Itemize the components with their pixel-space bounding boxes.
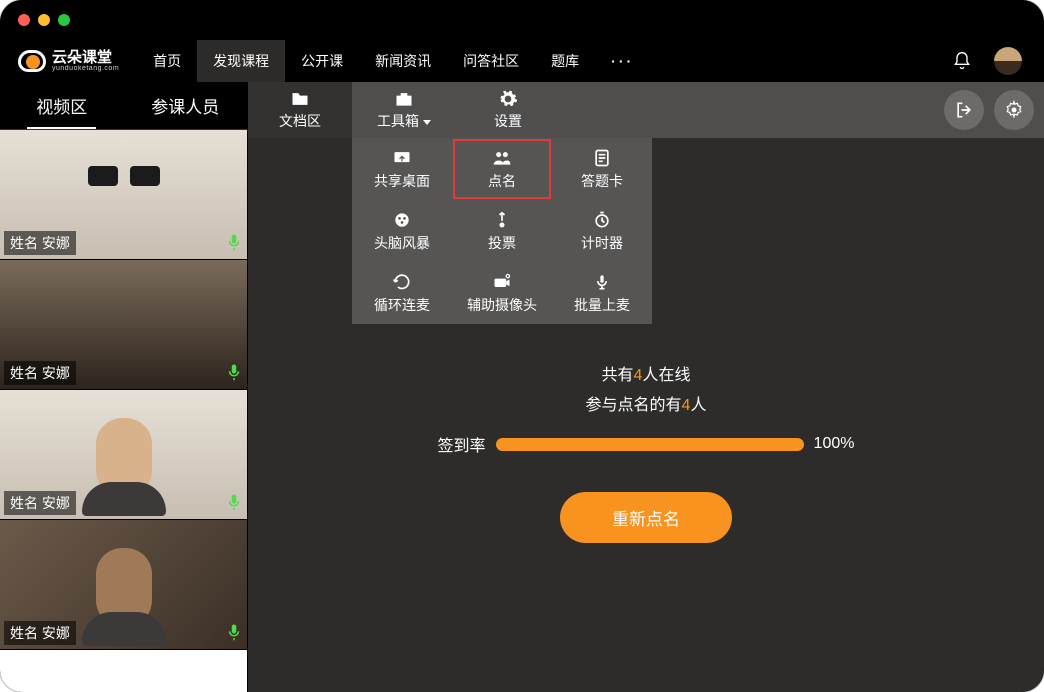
docs-button[interactable]: 文档区 (248, 82, 352, 138)
aux-camera-icon (491, 272, 513, 292)
nav-items: 首页 发现课程 公开课 新闻资讯 问答社区 题库 ··· (137, 40, 650, 82)
tab-participants[interactable]: 参课人员 (124, 82, 248, 129)
loop-mic-icon (391, 272, 413, 292)
dd-loop-mic[interactable]: 循环连麦 (352, 262, 452, 324)
video-sidebar: 视频区 参课人员 姓名 安娜 姓名 安娜 姓名 安娜 (0, 82, 248, 692)
online-count-line: 共有4人在线 (602, 361, 691, 385)
toolbox-button[interactable]: 工具箱 (352, 82, 456, 138)
close-icon[interactable] (18, 14, 30, 26)
attendance-count-line: 参与点名的有4人 (586, 391, 707, 415)
settings-label: 设置 (494, 111, 522, 131)
nav-open-courses[interactable]: 公开课 (285, 40, 359, 82)
toolbox-label: 工具箱 (377, 111, 431, 131)
participant-name: 姓名 安娜 (4, 621, 76, 645)
settings-button[interactable]: 设置 (456, 82, 560, 138)
share-screen-icon (391, 148, 413, 168)
docs-label: 文档区 (279, 111, 321, 131)
toolbox-icon (393, 89, 415, 109)
top-nav-right (952, 47, 1034, 75)
mic-on-icon[interactable] (225, 363, 243, 385)
minimize-icon[interactable] (38, 14, 50, 26)
dd-roll-call[interactable]: 点名 (452, 138, 552, 200)
timer-icon (591, 210, 613, 230)
logo-subtitle: yunduoketang.com (52, 65, 119, 72)
rate-label: 签到率 (438, 432, 486, 456)
nav-question-bank[interactable]: 题库 (535, 40, 595, 82)
participant-name: 姓名 安娜 (4, 491, 76, 515)
redo-rollcall-button[interactable]: 重新点名 (560, 492, 732, 543)
cloud-logo-icon (18, 50, 46, 72)
video-tile[interactable]: 姓名 安娜 (0, 130, 247, 260)
avatar[interactable] (994, 47, 1022, 75)
person-face (96, 418, 152, 498)
nav-news[interactable]: 新闻资讯 (359, 40, 447, 82)
exit-button[interactable] (944, 90, 984, 130)
logo[interactable]: 云朵课堂 yunduoketang.com (18, 50, 119, 72)
vote-icon (491, 210, 513, 230)
dd-vote[interactable]: 投票 (452, 200, 552, 262)
video-tile[interactable]: 姓名 安娜 (0, 260, 247, 390)
dd-share-screen[interactable]: 共享桌面 (352, 138, 452, 200)
left-tabs: 视频区 参课人员 (0, 82, 247, 130)
progress-row: 签到率 100% (438, 432, 855, 456)
rollcall-panel: 共有4人在线 参与点名的有4人 签到率 100% 重新点名 (248, 358, 1044, 543)
settings-round-button[interactable] (994, 90, 1034, 130)
participant-name: 姓名 安娜 (4, 361, 76, 385)
mic-on-icon[interactable] (225, 233, 243, 255)
roll-call-icon (491, 148, 513, 168)
mic-on-icon[interactable] (225, 623, 243, 645)
dd-answer-card[interactable]: 答题卡 (552, 138, 652, 200)
top-nav: 云朵课堂 yunduoketang.com 首页 发现课程 公开课 新闻资讯 问… (0, 40, 1044, 82)
dd-batch-mic[interactable]: 批量上麦 (552, 262, 652, 324)
progress-bar (496, 438, 804, 451)
dd-brainstorm[interactable]: 头脑风暴 (352, 200, 452, 262)
tab-video[interactable]: 视频区 (0, 82, 124, 129)
person-glasses (88, 166, 160, 186)
bell-icon[interactable] (952, 51, 972, 71)
empty-video-slot (0, 650, 247, 692)
video-tile[interactable]: 姓名 安娜 (0, 520, 247, 650)
traffic-lights (18, 14, 70, 26)
dd-aux-camera[interactable]: 辅助摄像头 (452, 262, 552, 324)
brainstorm-icon (391, 210, 413, 230)
nav-home[interactable]: 首页 (137, 40, 197, 82)
nav-more[interactable]: ··· (595, 40, 650, 82)
nav-discover-courses[interactable]: 发现课程 (197, 40, 285, 82)
toolbox-dropdown: 共享桌面 点名 答题卡 头脑风暴 投票 计时器 循环连麦 辅助摄像头 (352, 138, 652, 324)
dd-timer[interactable]: 计时器 (552, 200, 652, 262)
gear-icon (497, 89, 519, 109)
batch-mic-icon (591, 272, 613, 292)
video-feed: 姓名 安娜 姓名 安娜 姓名 安娜 姓名 安娜 (0, 130, 247, 692)
title-bar (0, 0, 1044, 40)
maximize-icon[interactable] (58, 14, 70, 26)
mic-on-icon[interactable] (225, 493, 243, 515)
nav-qa-community[interactable]: 问答社区 (447, 40, 535, 82)
chevron-down-icon (423, 120, 431, 125)
logo-title: 云朵课堂 (52, 50, 119, 65)
person-face (96, 548, 152, 628)
logo-text: 云朵课堂 yunduoketang.com (52, 50, 119, 72)
toolbar: 文档区 工具箱 设置 (248, 82, 1044, 138)
participant-name: 姓名 安娜 (4, 231, 76, 255)
folder-icon (289, 89, 311, 109)
answer-card-icon (591, 148, 613, 168)
video-tile[interactable]: 姓名 安娜 (0, 390, 247, 520)
exit-icon (954, 100, 974, 120)
gear-icon (1004, 100, 1024, 120)
progress-percent: 100% (814, 435, 855, 453)
app-window: 云朵课堂 yunduoketang.com 首页 发现课程 公开课 新闻资讯 问… (0, 0, 1044, 692)
